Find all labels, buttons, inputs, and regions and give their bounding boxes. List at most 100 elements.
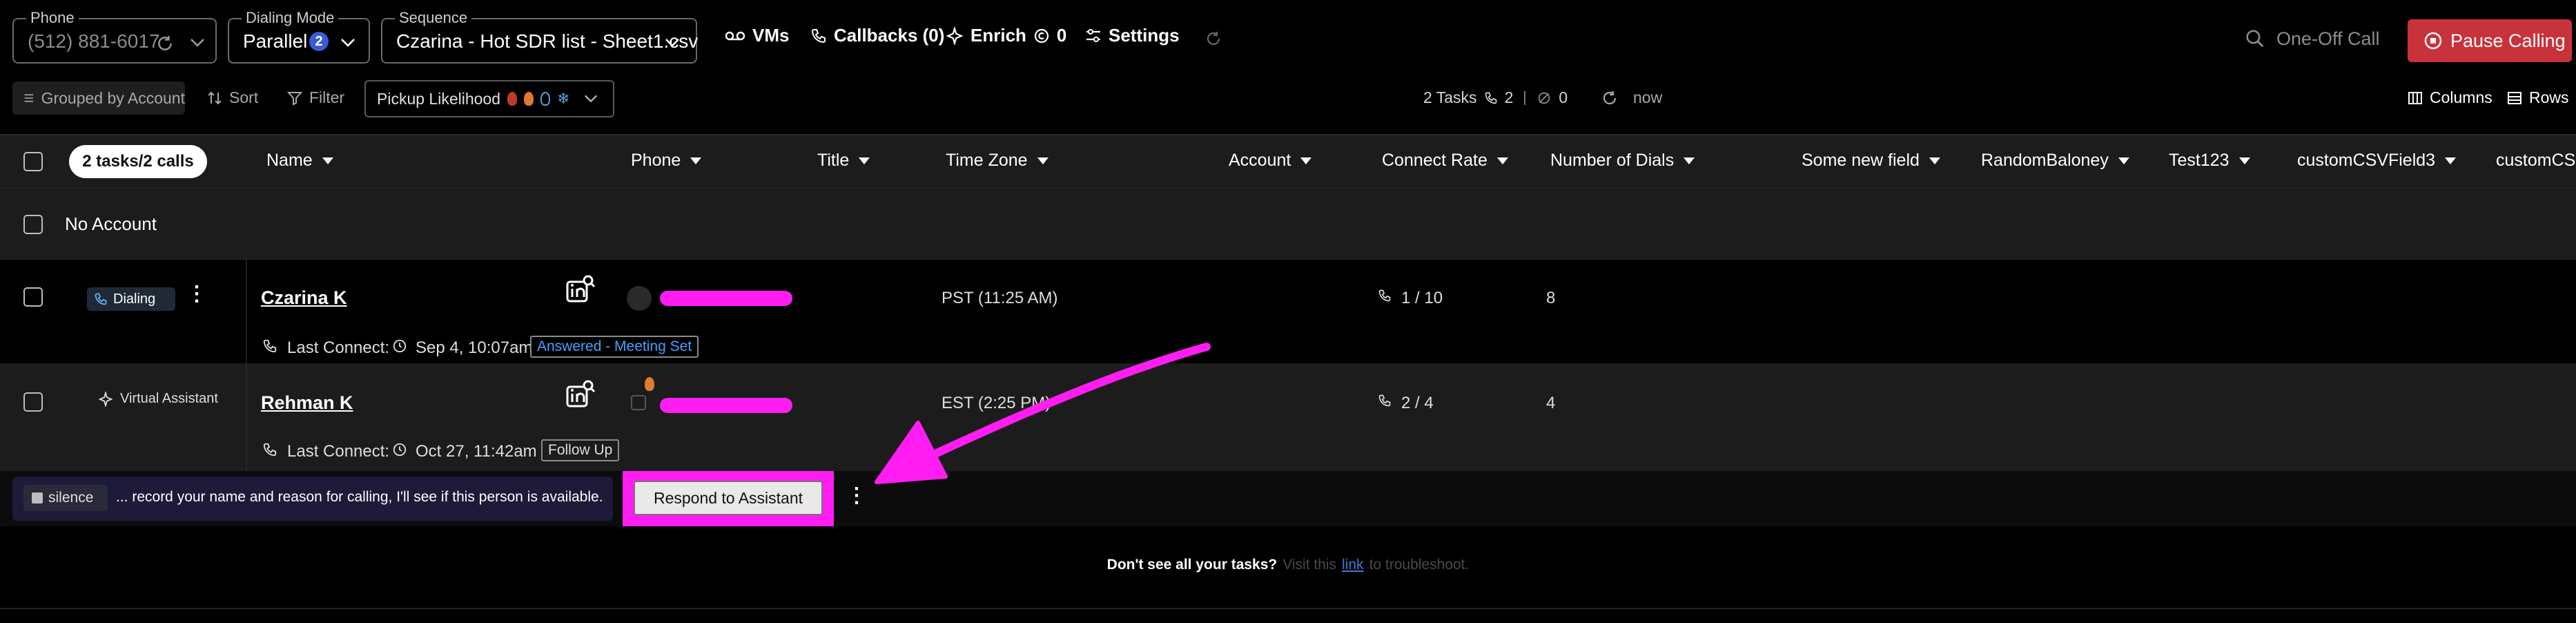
phone-icon [1485,92,1496,104]
column-some-new-field[interactable]: Some new field [1802,151,1940,171]
sort-label: Sort [229,88,259,106]
credit-icon [1034,28,1049,43]
column-test123[interactable]: Test123 [2169,151,2250,171]
annotation-arrow [875,343,1211,484]
select-all-checkbox[interactable] [23,152,43,171]
group-checkbox[interactable] [23,215,43,234]
phone-select[interactable]: Phone (512) 881-6017 [12,10,217,64]
voicemail-icon [725,31,745,40]
column-label: Some new field [1802,151,1920,170]
row-checkbox[interactable] [23,392,43,412]
pause-calling-button[interactable]: Pause Calling [2408,19,2572,62]
rows-button[interactable]: Rows [2507,88,2569,107]
sort-button[interactable]: Sort [207,88,258,107]
tasks-pill: 2 tasks/2 calls [69,145,207,178]
clock-icon [393,339,407,353]
skipped-icon [1539,92,1550,104]
last-connect-date: Sep 4, 10:07am [416,338,533,357]
phone-legend: Phone [26,10,79,26]
column-label: RandomBaloney [1981,151,2109,170]
phone-callback-icon [811,28,826,43]
row-divider [246,363,247,471]
table-row[interactable]: Virtual Assistant Rehman K EST (2:25 PM)… [0,363,2576,471]
refresh-icon [1603,90,1617,104]
column-label: customCS [2496,151,2576,170]
caret-down-icon [2118,157,2129,164]
callbacks-button[interactable]: Callbacks (0) [810,25,944,46]
refresh-button[interactable]: now [1601,88,1662,107]
column-account[interactable]: Account [1229,151,1312,171]
chevron-down-icon [341,39,355,47]
group-label: No Account [65,213,157,234]
outcome-badge: Follow Up [541,439,620,461]
table-row[interactable]: Dialing ⋮ Czarina K PST (11:25 AM) 1 / 1… [0,260,2576,363]
caret-down-icon [1300,157,1312,164]
grouped-by-account-button[interactable]: Grouped by Account [12,82,185,115]
connect-rate: 1 / 10 [1401,289,1443,307]
settings-button[interactable]: Settings [1085,25,1180,46]
linkedin-search-icon[interactable] [565,378,596,410]
column-randombaloney[interactable]: RandomBaloney [1981,151,2129,171]
one-off-call-search[interactable]: One-Off Call [2245,25,2410,52]
column-time-zone[interactable]: Time Zone [946,151,1048,171]
row-checkbox[interactable] [23,287,43,307]
flame-icon [507,92,518,106]
footer-question: Don't see all your tasks? [1106,557,1278,573]
row-divider [246,260,247,363]
vms-button[interactable]: VMs [725,25,789,46]
column-customcsvfield3[interactable]: customCSVField3 [2297,151,2457,171]
respond-to-assistant-button[interactable]: Respond to Assistant [634,481,823,515]
redacted-phone [660,398,792,413]
column-label: Title [817,151,850,170]
silence-chip: silence [23,485,108,511]
dialing-mode-value: Parallel [243,30,308,52]
linkedin-search-icon[interactable] [565,274,596,305]
column-connect-rate[interactable]: Connect Rate [1382,151,1508,171]
contact-name[interactable]: Rehman K [261,392,353,414]
refresh-icon[interactable] [156,35,174,52]
enrich-button[interactable]: Enrich 0 [946,25,1066,46]
mode-count-badge: 2 [309,32,329,51]
columns-icon [2408,91,2422,104]
redacted-phone [660,291,792,306]
column-customcs[interactable]: customCS [2496,151,2575,171]
sparkle-icon [946,26,964,45]
column-number-of-dials[interactable]: Number of Dials [1550,151,1695,171]
assistant-bar: silence ... record your name and reason … [0,471,2576,526]
footer-divider [0,608,2576,609]
history-icon[interactable] [1205,30,1222,47]
last-connect-date: Oct 27, 11:42am [416,442,537,461]
dialing-mode-select[interactable]: Dialing Mode Parallel 2 [228,10,370,64]
column-name[interactable]: Name [266,151,333,171]
column-phone[interactable]: Phone [631,151,702,171]
clock-icon [393,443,407,457]
pickup-likelihood-select[interactable]: Pickup Likelihood ❄ [364,80,614,117]
number-of-dials: 4 [1546,394,1556,412]
tasks-pill-label: 2 tasks/2 calls [82,152,194,171]
column-label: Phone [631,151,681,170]
pickup-likelihood-label: Pickup Likelihood [377,89,501,108]
vms-label: VMs [752,25,790,46]
columns-label: Columns [2430,88,2492,106]
more-options-icon[interactable]: ⋮ [186,282,207,306]
contact-name[interactable]: Czarina K [261,287,347,309]
filter-button[interactable]: Filter [287,88,344,107]
last-connect-label: Last Connect: [287,442,390,461]
column-title[interactable]: Title [817,151,870,171]
sequence-select[interactable]: Sequence Czarina - Hot SDR list - Sheet1… [381,10,699,64]
footer-post-link: to troubleshoot. [1369,557,1470,573]
enrich-count: 0 [1056,25,1067,46]
columns-button[interactable]: Columns [2408,88,2492,107]
phone-ringing-icon [95,293,107,305]
search-icon [2246,30,2264,48]
sort-icon [208,91,222,104]
sparkle-icon [98,391,113,407]
sequence-value: Czarina - Hot SDR list - Sheet1.csv [396,30,699,52]
skipped-count: 0 [1559,88,1568,106]
drop-icon [540,92,551,106]
phone-value: (512) 881-6017 [28,30,160,52]
phone-incoming-icon [263,443,277,457]
sliders-icon [1086,28,1100,42]
last-connect-label: Last Connect: [287,338,390,357]
troubleshoot-link[interactable]: link [1342,557,1364,573]
